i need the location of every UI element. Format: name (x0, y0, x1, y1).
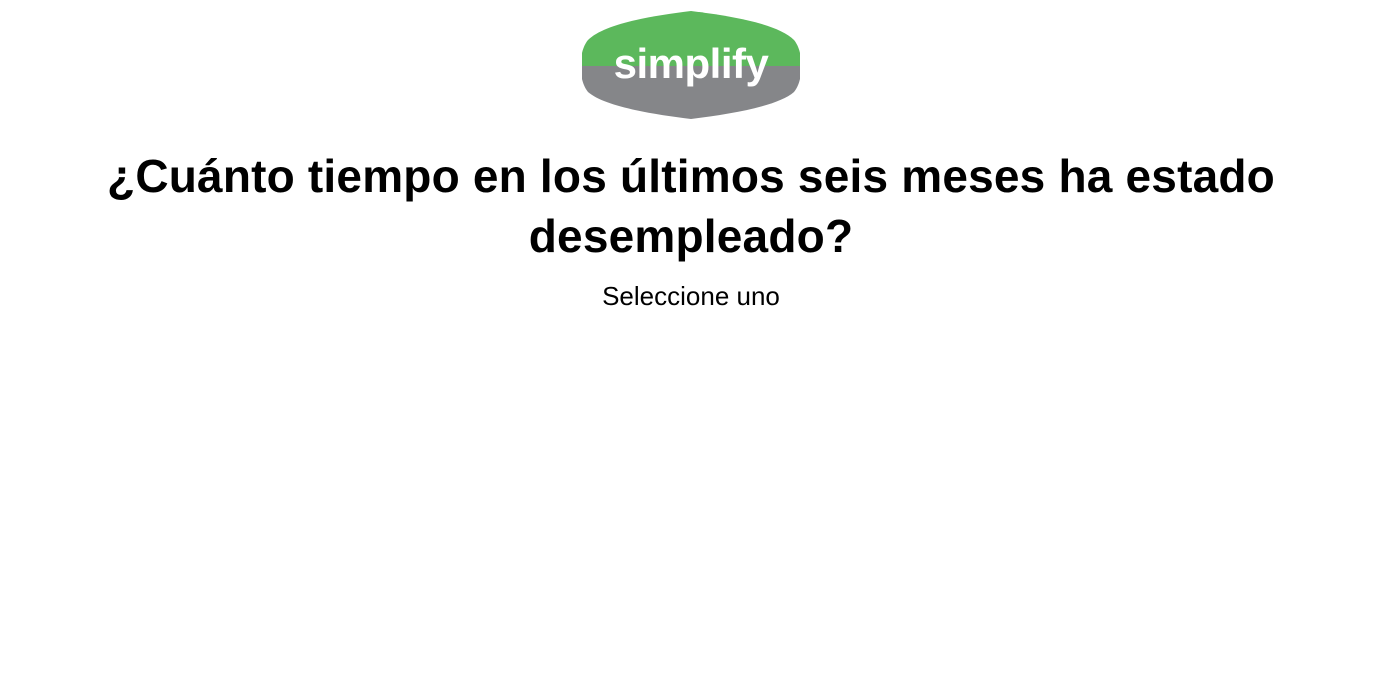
page: simplify ¿Cuánto tiempo en los últimos s… (0, 0, 1382, 683)
simplify-logo: simplify (582, 10, 800, 120)
question-instruction: Seleccione uno (602, 281, 780, 311)
question-title: ¿Cuánto tiempo en los últimos seis meses… (107, 150, 1275, 262)
logo-badge-icon: simplify (582, 11, 800, 119)
logo-wordmark: simplify (614, 40, 770, 87)
